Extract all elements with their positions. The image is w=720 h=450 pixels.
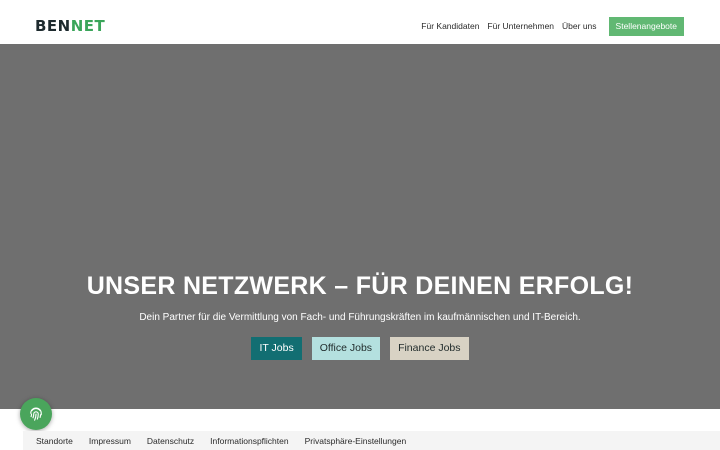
job-category-buttons: IT Jobs Office Jobs Finance Jobs bbox=[0, 337, 720, 360]
site-header: BENNET Für Kandidaten Für Unternehmen Üb… bbox=[0, 0, 720, 44]
site-footer: Standorte Impressum Datenschutz Informat… bbox=[23, 431, 720, 450]
privacy-settings-button[interactable] bbox=[20, 398, 52, 430]
fingerprint-icon bbox=[30, 407, 42, 421]
nav-link-unternehmen[interactable]: Für Unternehmen bbox=[487, 16, 554, 36]
footer-link-privatsphaere[interactable]: Privatsphäre-Einstellungen bbox=[305, 436, 407, 446]
footer-link-impressum[interactable]: Impressum bbox=[89, 436, 131, 446]
logo-part-net: NET bbox=[70, 17, 106, 35]
bennet-logo[interactable]: BENNET bbox=[35, 18, 105, 34]
nav-link-ueber-uns[interactable]: Über uns bbox=[562, 16, 597, 36]
footer-link-datenschutz[interactable]: Datenschutz bbox=[147, 436, 194, 446]
logo-wordmark: BENNET bbox=[35, 18, 105, 34]
office-jobs-button[interactable]: Office Jobs bbox=[311, 337, 381, 360]
hero-section: UNSER NETZWERK – FÜR DEINEN ERFOLG! Dein… bbox=[0, 44, 720, 409]
main-nav: Für Kandidaten Für Unternehmen Über uns … bbox=[421, 16, 684, 36]
hero-title: UNSER NETZWERK – FÜR DEINEN ERFOLG! bbox=[86, 272, 634, 300]
logo-part-ben: BEN bbox=[35, 17, 71, 35]
footer-link-standorte[interactable]: Standorte bbox=[36, 436, 73, 446]
hero-subtitle: Dein Partner für die Vermittlung von Fac… bbox=[139, 312, 581, 323]
nav-link-kandidaten[interactable]: Für Kandidaten bbox=[421, 16, 479, 36]
stellenangebote-button[interactable]: Stellenangebote bbox=[608, 16, 684, 36]
finance-jobs-button[interactable]: Finance Jobs bbox=[390, 337, 469, 360]
it-jobs-button[interactable]: IT Jobs bbox=[251, 337, 302, 360]
footer-link-informationspflichten[interactable]: Informationspflichten bbox=[210, 436, 288, 446]
